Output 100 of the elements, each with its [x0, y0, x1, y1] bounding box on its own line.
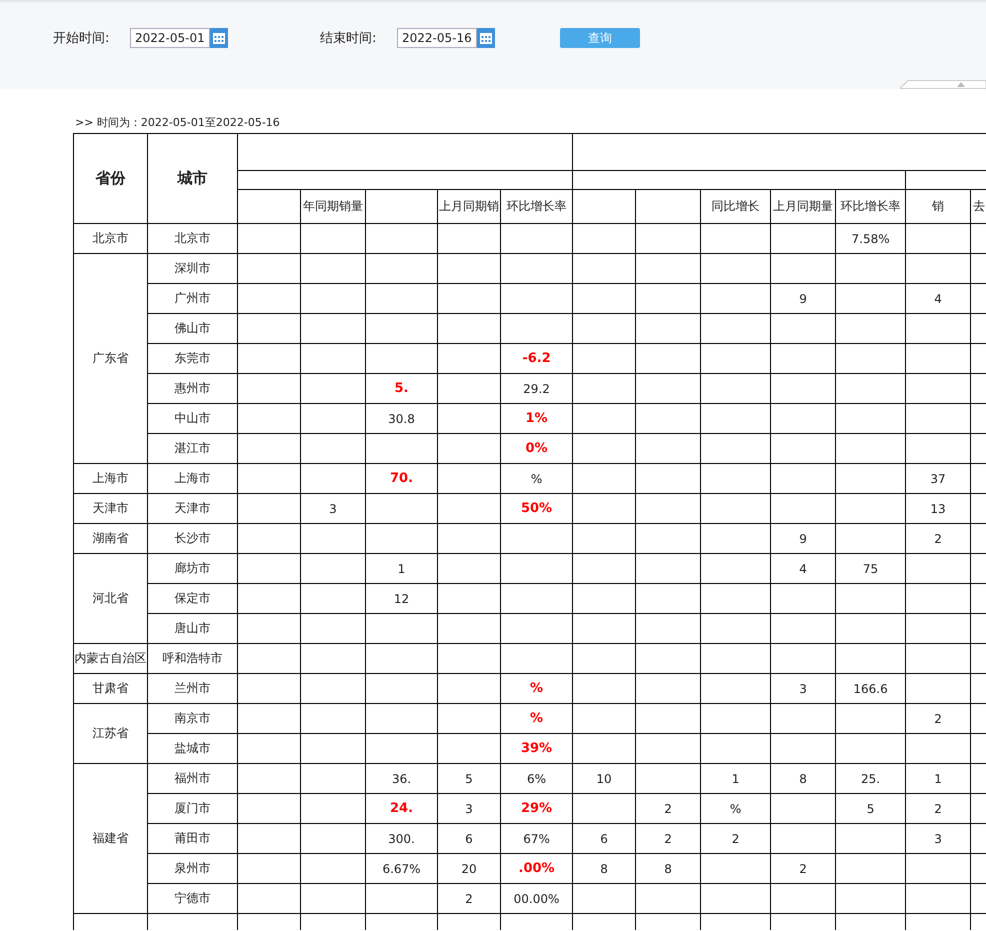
- table-cell: 39%: [500, 734, 573, 764]
- date-range-text: >> 时间为：2022-05-01至2022-05-16: [74, 116, 281, 131]
- table-cell: 8: [572, 854, 636, 884]
- city-cell: 南京市: [148, 704, 238, 734]
- table-cell: 25.: [836, 764, 906, 794]
- city-cell: 唐山市: [148, 614, 238, 644]
- province-cell: 湖南省: [74, 524, 148, 554]
- city-cell: 东莞市: [148, 344, 238, 374]
- table-cell: %: [700, 794, 771, 824]
- table-cell: 1: [906, 764, 971, 794]
- table-cell: 24.: [366, 794, 438, 824]
- table-cell: 9: [770, 524, 836, 554]
- table-cell: 2: [438, 884, 500, 914]
- column-header: 城市: [148, 134, 238, 224]
- city-cell: 盐城市: [148, 734, 238, 764]
- table-cell: 5: [438, 764, 500, 794]
- province-cell: 北京市: [74, 224, 148, 254]
- city-cell: 惠州市: [148, 374, 238, 404]
- table-cell: 29.2: [500, 374, 573, 404]
- province-cell: 河北省: [74, 554, 148, 644]
- table-cell: 9: [770, 284, 836, 314]
- date-field[interactable]: 2022-05-16: [397, 28, 477, 48]
- table-cell: 166.6: [836, 674, 906, 704]
- column-header: 上月同期销: [438, 190, 500, 224]
- table-cell: 3: [770, 674, 836, 704]
- filter-label: 开始时间:: [53, 30, 110, 47]
- column-header: 同比增长: [700, 190, 771, 224]
- province-cell: 福建省: [74, 764, 148, 914]
- column-header: 环比增长率: [500, 190, 573, 224]
- table-cell: 67%: [500, 824, 573, 854]
- table-cell: 50%: [500, 494, 573, 524]
- filter-label: 结束时间:: [320, 30, 378, 47]
- table-cell: 00.00%: [500, 884, 573, 914]
- table-cell: 5: [836, 794, 906, 824]
- table-cell: %: [500, 704, 573, 734]
- table-cell: %: [500, 464, 573, 494]
- table-cell: 12: [366, 584, 438, 614]
- province-cell: 上海市: [74, 464, 148, 494]
- table-cell: 13: [906, 494, 971, 524]
- table-cell: 37: [906, 464, 971, 494]
- calendar-icon[interactable]: [210, 28, 228, 48]
- table-cell: 0%: [500, 434, 573, 464]
- table-cell: 75: [836, 554, 906, 584]
- city-cell: 保定市: [148, 584, 238, 614]
- city-cell: 湛江市: [148, 434, 238, 464]
- city-cell: 深圳市: [148, 254, 238, 284]
- table-cell: 3: [906, 824, 971, 854]
- table-cell: 4: [770, 554, 836, 584]
- city-cell: 莆田市: [148, 824, 238, 854]
- column-header: 销: [906, 190, 971, 224]
- city-cell: 呼和浩特市: [148, 644, 238, 674]
- table-cell: 20: [438, 854, 500, 884]
- table-cell: 300.: [366, 824, 438, 854]
- table-cell: 1%: [500, 404, 573, 434]
- province-cell: 广东省: [74, 254, 148, 464]
- table-cell: 8: [770, 764, 836, 794]
- table-cell: 8: [636, 854, 701, 884]
- table-cell: 6%: [500, 764, 573, 794]
- city-cell: 天津市: [148, 494, 238, 524]
- column-header: 上月同期量: [770, 190, 836, 224]
- table-cell: 1: [366, 554, 438, 584]
- province-cell: 内蒙古自治区: [74, 644, 148, 674]
- table-cell: .00%: [500, 854, 573, 884]
- table-cell: 4: [906, 284, 971, 314]
- table-cell: 1: [700, 764, 771, 794]
- table-cell: 10: [572, 764, 636, 794]
- city-cell: 长沙市: [148, 524, 238, 554]
- table-cell: 2: [636, 824, 701, 854]
- collapse-tab-icon[interactable]: [900, 80, 986, 89]
- table-cell: 3: [300, 494, 366, 524]
- column-header: 环比增长率: [836, 190, 906, 224]
- table-cell: 7.58%: [836, 224, 906, 254]
- table-cell: 2: [636, 794, 701, 824]
- city-cell: 兰州市: [148, 674, 238, 704]
- table-cell: 30.8: [366, 404, 438, 434]
- table-cell: 2: [906, 524, 971, 554]
- table-cell: 2: [906, 794, 971, 824]
- city-cell: 福州市: [148, 764, 238, 794]
- table-cell: 29%: [500, 794, 573, 824]
- table-cell: -6.2: [500, 344, 573, 374]
- date-field[interactable]: 2022-05-01: [130, 28, 210, 48]
- city-cell: 厦门市: [148, 794, 238, 824]
- city-cell: 佛山市: [148, 314, 238, 344]
- province-cell: 天津市: [74, 494, 148, 524]
- city-cell: 泉州市: [148, 854, 238, 884]
- table-cell: %: [500, 674, 573, 704]
- table-cell: 5.: [366, 374, 438, 404]
- table-cell: 70.: [366, 464, 438, 494]
- table-cell: 3: [438, 794, 500, 824]
- table-cell: 2: [700, 824, 771, 854]
- calendar-icon[interactable]: [477, 28, 495, 48]
- province-cell: 甘肃省: [74, 674, 148, 704]
- city-cell: 上海市: [148, 464, 238, 494]
- column-header: 年同期销量: [300, 190, 366, 224]
- table-cell: 36.: [366, 764, 438, 794]
- table-cell: 2: [906, 704, 971, 734]
- city-cell: 北京市: [148, 224, 238, 254]
- table-cell: 2: [770, 854, 836, 884]
- table-cell: 6.67%: [366, 854, 438, 884]
- province-cell: 江苏省: [74, 704, 148, 764]
